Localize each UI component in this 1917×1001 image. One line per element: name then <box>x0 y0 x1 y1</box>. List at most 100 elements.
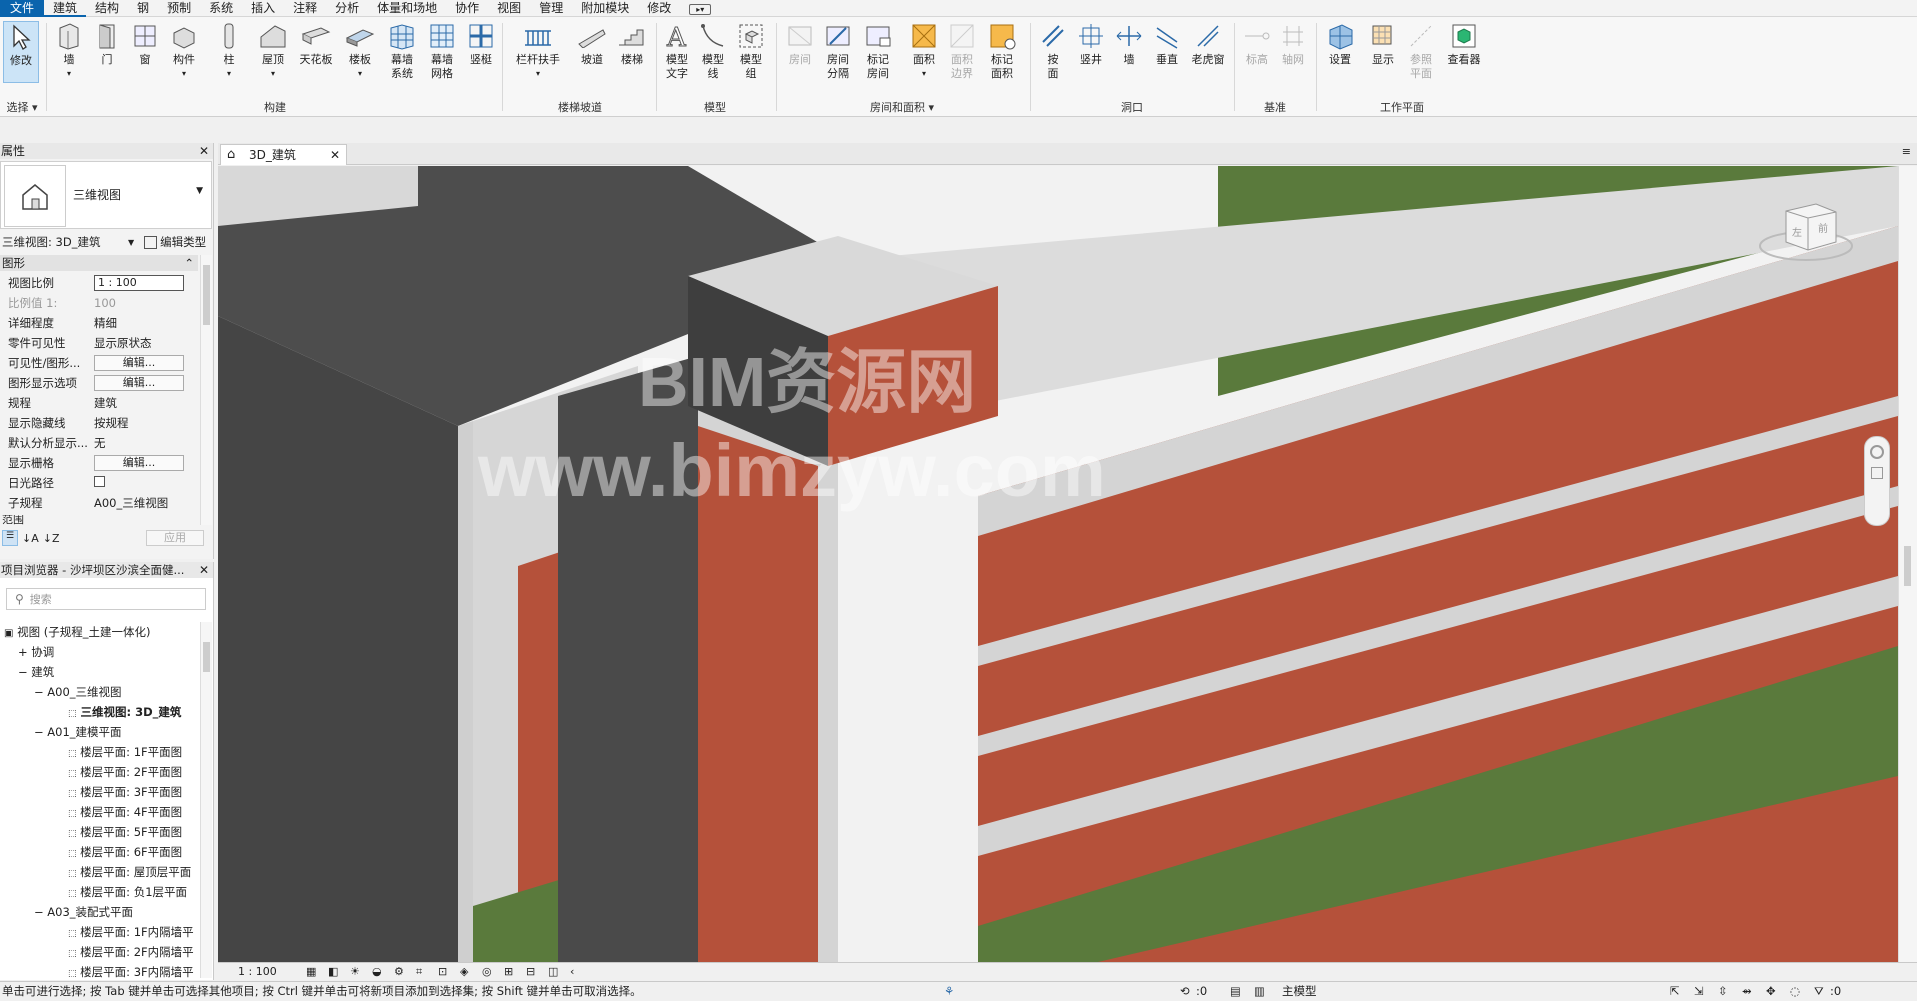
grid-button[interactable]: 轴网 <box>1276 21 1310 67</box>
tree-node-a00[interactable]: − A00_三维视图 <box>34 684 122 700</box>
column-button[interactable]: 柱 ▾ <box>212 21 246 81</box>
edit-type-button[interactable]: 编辑类型 <box>160 234 206 250</box>
prop-row-discipline[interactable]: 规程 建筑 <box>0 393 198 413</box>
chevron-down-icon[interactable]: ▼ <box>196 186 203 196</box>
constraints-icon[interactable]: ◫ <box>548 965 558 978</box>
model-dropdown-icon[interactable]: ▥ <box>1254 982 1265 1001</box>
active-model[interactable]: 主模型 <box>1282 982 1317 1001</box>
categorized-icon[interactable]: ☰ <box>2 530 18 546</box>
tab-3d-architecture[interactable]: ⌂ 3D_建筑 ✕ <box>220 144 347 165</box>
tree-node-2f-partition[interactable]: ⬚ 楼层平面: 2F内隔墙平 <box>68 944 194 960</box>
tree-node-6f[interactable]: ⬚ 楼层平面: 6F平面图 <box>68 844 182 860</box>
menu-architecture[interactable]: 建筑 <box>44 0 87 17</box>
show-workplane-button[interactable]: 显示 <box>1366 21 1400 67</box>
viewcube[interactable]: 左 前 <box>1756 186 1856 266</box>
shaft-button[interactable]: 竖井 <box>1074 21 1108 67</box>
extent-section-header[interactable]: 范围 <box>0 515 198 525</box>
menu-massing[interactable]: 体量和场地 <box>368 0 446 17</box>
tree-node-architecture[interactable]: − 建筑 <box>18 664 54 680</box>
scroll-left-icon[interactable]: ‹ <box>570 965 574 978</box>
set-workplane-button[interactable]: 设置 <box>1322 21 1358 67</box>
select-links-icon[interactable]: ⇱ <box>1670 982 1680 1001</box>
select-group-label[interactable]: 选择 ▾ <box>2 99 42 115</box>
menu-manage[interactable]: 管理 <box>530 0 572 17</box>
by-face-button[interactable]: 按面 <box>1036 21 1070 81</box>
type-selector[interactable]: 三维视图 ▼ <box>0 161 212 229</box>
prop-row-detail-level[interactable]: 详细程度 精细 <box>0 313 198 333</box>
design-options-icon[interactable]: ▤ <box>1230 982 1241 1001</box>
tree-node-2f[interactable]: ⬚ 楼层平面: 2F平面图 <box>68 764 182 780</box>
area-button[interactable]: 面积 ▾ <box>906 21 942 81</box>
vg-edit-button[interactable]: 编辑... <box>94 355 184 371</box>
reveal-icon[interactable]: ◎ <box>482 965 492 978</box>
menu-modify[interactable]: 修改 <box>638 0 680 17</box>
menu-systems[interactable]: 系统 <box>200 0 242 17</box>
navigation-bar[interactable] <box>1864 436 1890 526</box>
door-button[interactable]: 门 <box>90 21 124 67</box>
tree-node-3f-partition[interactable]: ⬚ 楼层平面: 3F内隔墙平 <box>68 964 194 980</box>
room-button[interactable]: 房间 <box>782 21 818 67</box>
view-scale-control[interactable]: 1 : 100 <box>238 965 277 978</box>
level-button[interactable]: 标高 <box>1240 21 1274 67</box>
area-boundary-button[interactable]: 面积 边界 <box>944 21 980 81</box>
modify-button[interactable]: 修改 <box>3 21 39 83</box>
tag-area-button[interactable]: 标记 面积 <box>984 21 1020 81</box>
graphics-section-header[interactable]: 图形 ⌃ <box>0 255 198 271</box>
model-text-button[interactable]: A 模型 文字 <box>660 21 694 81</box>
tree-node-roof[interactable]: ⬚ 楼层平面: 屋顶层平面 <box>68 864 191 880</box>
model-line-button[interactable]: 模型线 <box>696 21 730 81</box>
instance-chevron-icon[interactable]: ▼ <box>128 238 134 247</box>
curtain-grid-button[interactable]: 幕墙 网格 <box>424 21 460 81</box>
filter-icon[interactable]: ⛛ <box>1814 982 1824 1001</box>
sort-az-icon[interactable]: ↓A <box>22 532 39 545</box>
prop-row-analysis-display[interactable]: 默认分析显示... 无 <box>0 433 198 453</box>
tree-node-a03[interactable]: − A03_装配式平面 <box>34 904 133 920</box>
vertical-button[interactable]: 垂直 <box>1150 21 1184 67</box>
prop-row-sub-discipline[interactable]: 子规程 A00_三维视图 <box>0 493 198 513</box>
shadows-icon[interactable]: ◒ <box>372 965 382 978</box>
properties-scrollbar[interactable] <box>200 255 212 525</box>
analysis-icon[interactable]: ⊟ <box>526 965 535 978</box>
background-process-icon[interactable]: ◌ <box>1790 982 1800 1001</box>
tree-node-5f[interactable]: ⬚ 楼层平面: 5F平面图 <box>68 824 182 840</box>
apply-button[interactable]: 应用 <box>146 530 204 546</box>
menu-addins[interactable]: 附加模块 <box>572 0 638 17</box>
curtain-system-button[interactable]: 幕墙 系统 <box>384 21 420 81</box>
show-grids-edit-button[interactable]: 编辑... <box>94 455 184 471</box>
worksharing-icon[interactable]: ⊞ <box>504 965 513 978</box>
instance-selector[interactable]: 三维视图: 3D_建筑 <box>0 234 128 250</box>
dormer-button[interactable]: 老虎窗 <box>1188 21 1228 67</box>
ribbon-toggle-icon[interactable]: ▸▾ <box>680 0 720 17</box>
menu-structure[interactable]: 结构 <box>86 0 128 17</box>
graphic-display-edit-button[interactable]: 编辑... <box>94 375 184 391</box>
roof-button[interactable]: 屋顶 ▾ <box>256 21 290 81</box>
tree-node-b1[interactable]: ⬚ 楼层平面: 负1层平面 <box>68 884 187 900</box>
room-area-group-label[interactable]: 房间和面积 ▾ <box>782 99 1022 115</box>
wall-opening-button[interactable]: 墙 <box>1112 21 1146 67</box>
menu-view[interactable]: 视图 <box>488 0 530 17</box>
render-icon[interactable]: ⚙ <box>394 965 404 978</box>
floor-button[interactable]: 楼板 ▾ <box>342 21 378 81</box>
tab-menu-icon[interactable]: ≡ <box>1902 145 1911 158</box>
sun-path-icon[interactable]: ☀ <box>350 965 360 978</box>
tag-room-button[interactable]: 标记 房间 <box>860 21 896 81</box>
viewcube-front-face[interactable]: 前 <box>1818 220 1828 235</box>
viewcube-left-face[interactable]: 左 <box>1792 224 1802 239</box>
worksets-icon[interactable]: ⚘ <box>944 982 954 1001</box>
menu-insert[interactable]: 插入 <box>242 0 284 17</box>
menu-precast[interactable]: 预制 <box>158 0 200 17</box>
temp-hide-icon[interactable]: ◈ <box>460 965 468 978</box>
tree-node-a01[interactable]: − A01_建模平面 <box>34 724 122 740</box>
tree-node-1f-partition[interactable]: ⬚ 楼层平面: 1F内隔墙平 <box>68 924 194 940</box>
lock-icon[interactable]: ⊡ <box>438 965 447 978</box>
select-pinned-icon[interactable]: ⇳ <box>1718 982 1728 1001</box>
steering-wheel-icon[interactable] <box>1870 445 1884 459</box>
tree-node-views[interactable]: ▣ 视图 (子规程_土建一体化) <box>4 624 151 640</box>
prop-row-parts-visibility[interactable]: 零件可见性 显示原状态 <box>0 333 198 353</box>
browser-search[interactable]: ⚲ 搜索 <box>6 588 206 610</box>
drag-select-icon[interactable]: ✥ <box>1766 982 1776 1001</box>
tree-node-1f[interactable]: ⬚ 楼层平面: 1F平面图 <box>68 744 182 760</box>
viewer-button[interactable]: 查看器 <box>1444 21 1484 67</box>
zoom-icon[interactable] <box>1871 467 1883 479</box>
window-button[interactable]: 窗 <box>128 21 162 67</box>
